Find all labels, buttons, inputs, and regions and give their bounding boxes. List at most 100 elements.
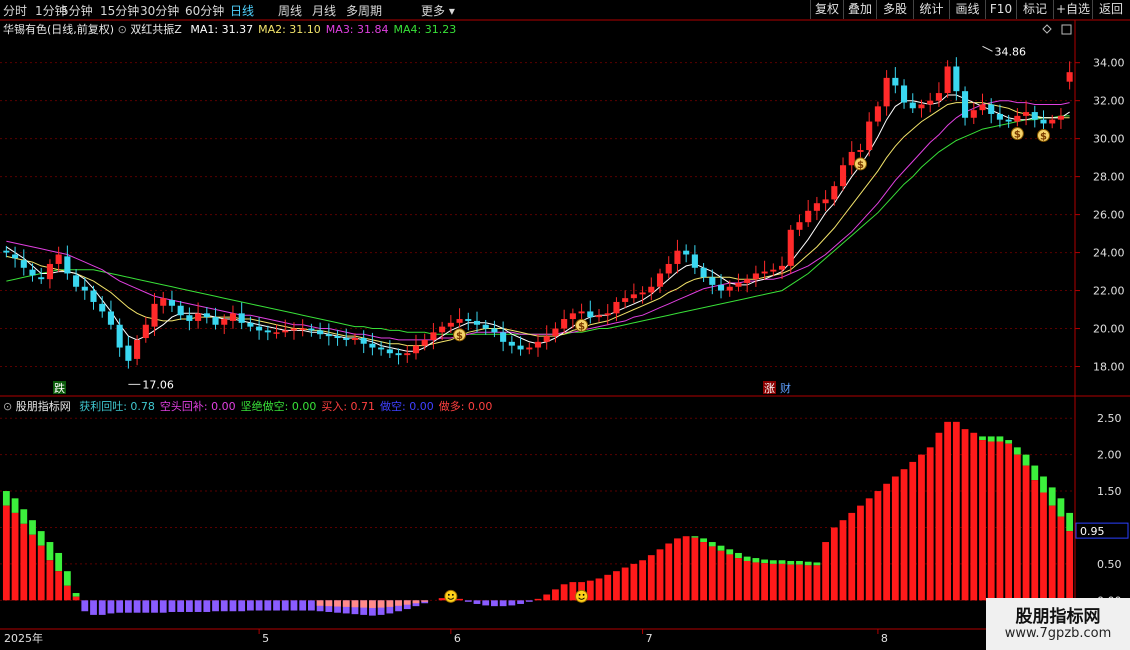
candle-body — [813, 203, 820, 211]
indicator-bar-green — [11, 498, 19, 513]
indicator-toggle-icon-2[interactable]: ⊙ — [3, 400, 12, 413]
indicator-bar-red — [822, 542, 830, 601]
indicator-item: 获利回吐: 0.78 — [79, 400, 155, 413]
indicator-bar-green — [691, 536, 699, 538]
indicator-tick-label: 1.50 — [1097, 485, 1122, 498]
indicator-bar-red — [857, 505, 864, 601]
candle-body — [482, 324, 489, 329]
indicator-bar-green — [29, 520, 36, 535]
indicator-bar-red — [595, 578, 603, 601]
indicator-bar-red — [926, 447, 934, 601]
indicator-bar-purple — [525, 600, 533, 602]
indicator-bar-pink — [412, 600, 420, 604]
indicator-bar-green — [761, 559, 769, 564]
indicator-bar-red — [1048, 505, 1056, 601]
indicator-bar-pink — [325, 600, 333, 607]
indicator-bar-purple — [133, 600, 141, 613]
candle-body — [796, 222, 803, 230]
candle-body — [12, 254, 19, 259]
indicator-bar-red — [717, 550, 725, 601]
price-tick-label: 22.00 — [1093, 285, 1125, 298]
indicator-title: 股朋指标网 — [15, 400, 71, 413]
candle-body — [857, 150, 864, 152]
indicator-bar-purple — [90, 600, 97, 615]
candle-body — [20, 260, 27, 268]
indicator-bar-green — [804, 561, 812, 566]
indicator-bar-green — [996, 436, 1004, 442]
indicator-bar-red — [37, 545, 45, 601]
candle-body — [221, 319, 228, 325]
indicator-bar-red — [848, 512, 856, 601]
indicator-bar-green — [979, 436, 986, 441]
indicator-bar-pink — [316, 600, 324, 606]
candle-body — [543, 336, 550, 342]
indicator-bar-green — [752, 558, 760, 563]
indicator-current-value: 0.95 — [1080, 525, 1105, 538]
indicator-bar-red — [761, 563, 769, 601]
indicator-bar-purple — [212, 600, 219, 612]
indicator-bar-red — [918, 454, 925, 601]
indicator-bar-purple — [499, 600, 507, 607]
candle-body — [665, 263, 672, 274]
indicator-bar-purple — [124, 600, 132, 613]
indicator-bar-red — [752, 562, 760, 601]
indicator-bar-green — [987, 436, 995, 442]
money-bag-symbol: $ — [857, 160, 864, 171]
candle-body — [351, 338, 359, 340]
indicator-info-bar: ⊙ 股朋指标网 获利回吐: 0.78 空头回补: 0.00 坚绝做空: 0.00 买入… — [0, 398, 492, 414]
candle-body — [3, 250, 10, 253]
candle-body — [308, 328, 315, 331]
indicator-bar-green — [726, 549, 734, 555]
indicator-bar-red — [961, 429, 969, 601]
indicator-bar-green — [1048, 487, 1056, 506]
candle-body — [996, 113, 1003, 120]
indicator-bar-purple — [299, 600, 307, 611]
indicator-bar-red — [1005, 443, 1013, 601]
indicator-bar-red — [682, 536, 690, 601]
candle-body — [299, 328, 306, 331]
kline-chart[interactable]: 34.00 32.00 30.00 28.00 26.00 24.00 22.00 20.00… — [0, 0, 1130, 650]
high-price-label: 34.86 — [994, 45, 1026, 58]
candle-body — [500, 332, 507, 342]
indicator-bar-red — [691, 537, 699, 601]
indicator-bar-red — [604, 574, 612, 601]
money-bag-symbol: $ — [578, 321, 585, 332]
candle-body — [360, 338, 367, 344]
candle-body — [918, 104, 925, 109]
candle-body — [439, 326, 446, 333]
candle-body — [726, 286, 733, 291]
candle-body — [805, 210, 812, 223]
candle-body — [378, 347, 385, 350]
candle-body — [630, 294, 637, 299]
price-tick-label: 26.00 — [1093, 209, 1125, 222]
money-bag-symbol: $ — [1014, 130, 1021, 141]
indicator-bar-red — [46, 560, 54, 601]
indicator-bar-red — [456, 598, 463, 601]
diamond-icon — [1042, 24, 1052, 34]
candle-body — [46, 263, 53, 280]
candle-body — [683, 250, 690, 255]
watermark: 股朋指标网 www.7gpzb.com — [986, 598, 1130, 650]
indicator-bar-pink — [377, 600, 385, 608]
date-label: 2025年 — [4, 631, 43, 645]
date-label: 5 — [262, 632, 269, 645]
candle-body — [116, 324, 123, 348]
indicator-bar-red — [830, 527, 838, 601]
indicator-bar-red — [935, 432, 943, 601]
candle-body — [787, 229, 794, 266]
candle-body — [752, 273, 759, 280]
candle-body — [988, 104, 995, 114]
indicator-bar-green — [46, 542, 54, 561]
candle-body — [979, 104, 986, 111]
candle-body — [212, 317, 219, 325]
indicator-bar-green — [735, 552, 742, 559]
candle-body — [256, 326, 263, 331]
candle-body — [107, 311, 114, 325]
candle-body — [944, 66, 951, 94]
candle-body — [1066, 72, 1073, 82]
price-tick-label: 18.00 — [1093, 361, 1125, 374]
candle-body — [656, 273, 664, 287]
candle-body — [90, 290, 97, 302]
candle-body — [770, 269, 777, 272]
smiley-icon — [575, 589, 589, 603]
